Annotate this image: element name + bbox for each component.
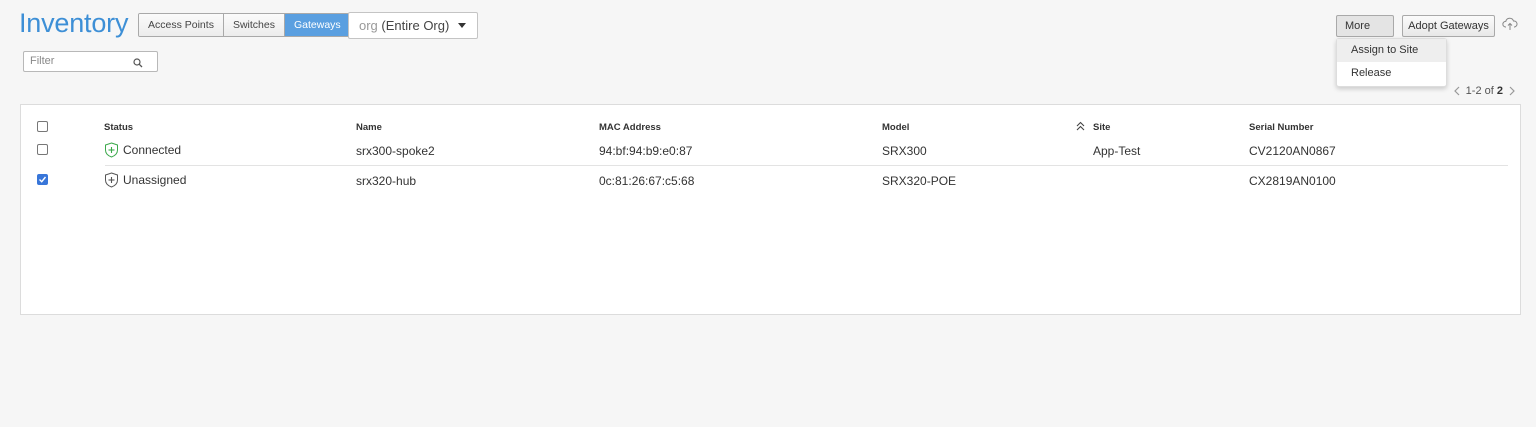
status-text: Unassigned — [123, 173, 187, 187]
filter-input[interactable]: Filter — [23, 51, 158, 72]
org-select[interactable]: org (Entire Org) — [348, 12, 478, 39]
menu-item-assign-to-site[interactable]: Assign to Site — [1337, 39, 1446, 62]
status-text: Connected — [123, 143, 182, 157]
model: SRX320-POE — [882, 174, 957, 188]
status-cell: Connected — [104, 142, 181, 158]
org-prefix: org — [359, 18, 378, 33]
site: App-Test — [1093, 144, 1141, 158]
mac-address: 0c:81:26:67:c5:68 — [599, 174, 695, 188]
select-all-checkbox[interactable] — [37, 121, 48, 132]
column-site[interactable]: Site — [1093, 122, 1110, 133]
pager-range: 1-2 of — [1465, 85, 1494, 97]
tab-gateways[interactable]: Gateways — [284, 14, 350, 36]
column-mac[interactable]: MAC Address — [599, 122, 661, 133]
shield-plus-icon — [105, 172, 118, 188]
tab-access-points[interactable]: Access Points — [139, 14, 224, 36]
pagination: 1-2 of 2 — [1453, 85, 1516, 97]
column-serial[interactable]: Serial Number — [1249, 122, 1313, 133]
cloud-upload-icon[interactable] — [1502, 17, 1518, 36]
filter-placeholder: Filter — [30, 55, 55, 67]
sort-icon[interactable] — [1076, 121, 1085, 134]
device-name: srx300-spoke2 — [356, 144, 435, 158]
column-status[interactable]: Status — [104, 122, 133, 133]
search-icon — [133, 56, 143, 75]
inventory-table: Status Name MAC Address Model Site Seria… — [20, 104, 1521, 315]
chevron-right-icon[interactable] — [1508, 86, 1516, 96]
pager-total: 2 — [1496, 85, 1503, 97]
org-value: (Entire Org) — [381, 18, 450, 33]
adopt-gateways-button[interactable]: Adopt Gateways — [1402, 15, 1495, 37]
row-checkbox[interactable] — [37, 174, 48, 185]
column-name[interactable]: Name — [356, 122, 382, 133]
row-divider — [105, 165, 1508, 166]
more-label: More — [1345, 20, 1371, 32]
chevron-left-icon[interactable] — [1453, 86, 1461, 96]
more-button[interactable]: More — [1336, 15, 1394, 48]
more-menu: Assign to Site Release — [1336, 38, 1447, 87]
serial-number: CX2819AN0100 — [1249, 174, 1336, 188]
status-cell: Unassigned — [104, 172, 186, 188]
serial-number: CV2120AN0867 — [1249, 144, 1336, 158]
page-title: Inventory — [19, 8, 129, 38]
device-name: srx320-hub — [356, 174, 417, 188]
chevron-down-icon — [458, 23, 466, 28]
tab-switches[interactable]: Switches — [223, 14, 285, 36]
checkmark-icon — [39, 176, 47, 183]
column-model[interactable]: Model — [882, 122, 909, 133]
shield-plus-icon — [105, 142, 118, 158]
device-type-tabs: Access Points Switches Gateways — [138, 13, 351, 37]
mac-address: 94:bf:94:b9:e0:87 — [599, 144, 693, 158]
row-checkbox[interactable] — [37, 144, 48, 155]
model: SRX300 — [882, 144, 927, 158]
menu-item-release[interactable]: Release — [1337, 62, 1446, 85]
